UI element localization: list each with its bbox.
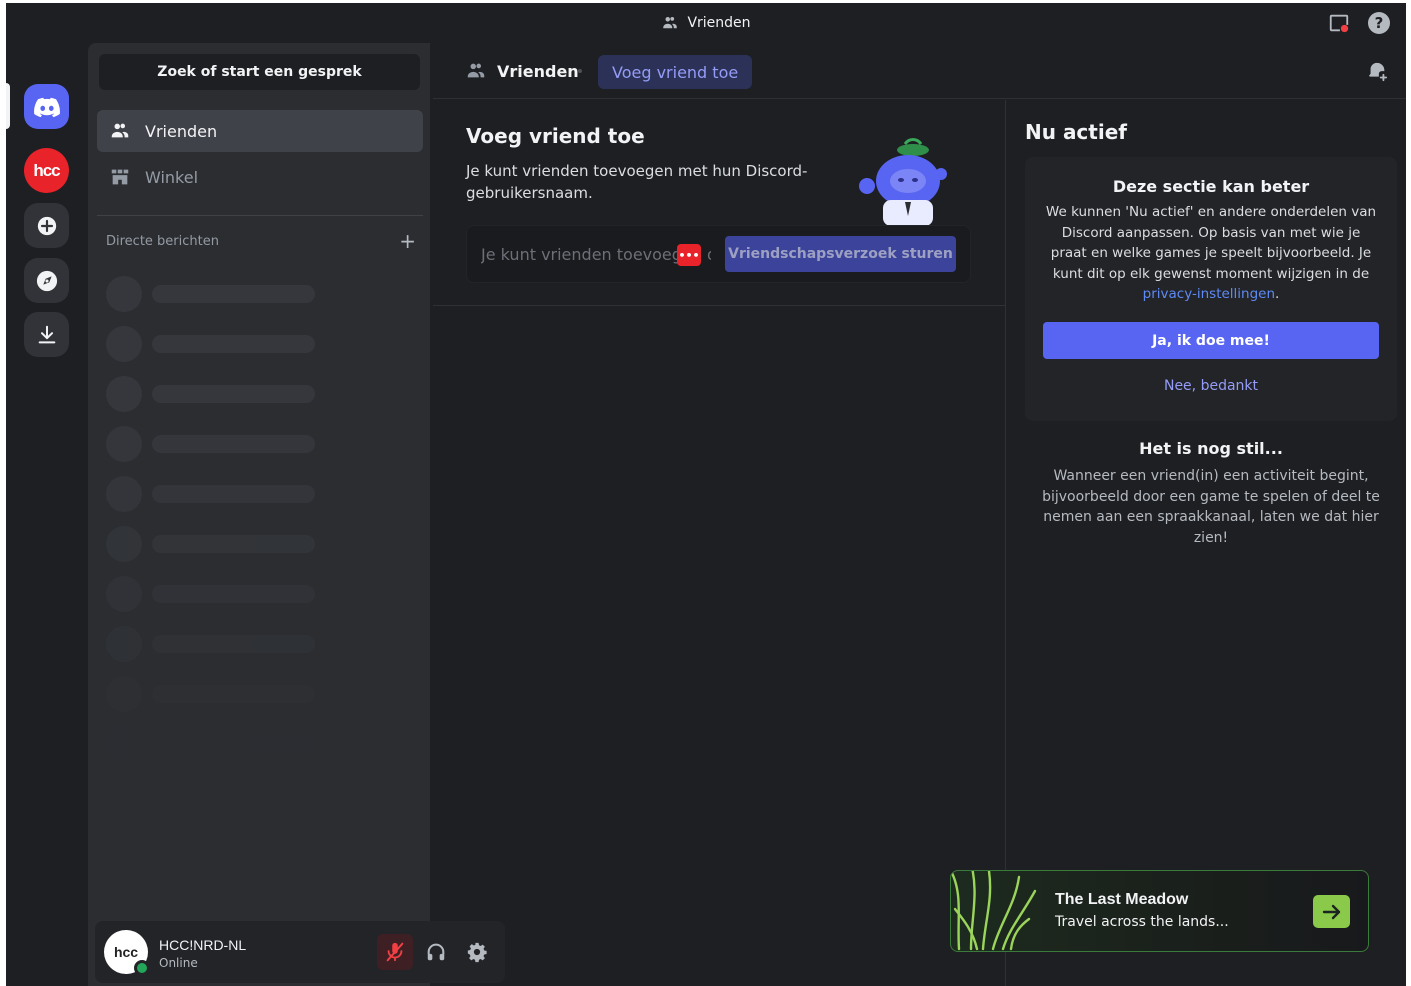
decline-button[interactable]: Nee, bedankt [1043, 371, 1379, 401]
header-title: Vrienden [465, 43, 579, 99]
header-divider-dot [578, 69, 582, 73]
improve-section-card: Deze sectie kan beter We kunnen 'Nu acti… [1025, 157, 1397, 421]
create-dm-button[interactable]: + [399, 231, 416, 251]
server-hcc-label: hcc [33, 160, 60, 180]
dm-placeholder [106, 576, 326, 612]
card-body-text: We kunnen 'Nu actief' en andere onderdel… [1045, 204, 1377, 282]
user-panel: hcc HCC!NRD-NL Online [95, 921, 505, 983]
download-icon [38, 325, 55, 343]
inbox-icon[interactable] [1328, 12, 1350, 34]
explore-button[interactable] [24, 258, 69, 303]
dm-placeholder [106, 726, 326, 762]
card-body: We kunnen 'Nu actief' en andere onderdel… [1043, 202, 1379, 305]
card-body-end: . [1275, 286, 1280, 302]
add-friend-input-box: ••• Vriendschapsverzoek sturen [466, 225, 971, 283]
privacy-settings-link[interactable]: privacy-instellingen [1143, 286, 1275, 302]
plus-icon [37, 216, 56, 235]
mute-button[interactable] [377, 934, 413, 970]
empty-state-body: Wanneer een vriend(in) een activiteit be… [1042, 468, 1380, 546]
sidebar-item-label: Vrienden [145, 121, 218, 141]
divider [97, 215, 423, 216]
new-group-dm-icon[interactable] [1366, 61, 1388, 83]
title-bar: Vrienden ? [6, 3, 1406, 43]
server-rail: hcc [6, 43, 86, 986]
sidebar-item-shop[interactable]: Winkel [97, 156, 423, 198]
send-friend-request-button[interactable]: Vriendschapsverzoek sturen [725, 236, 956, 272]
sidebar-item-friends[interactable]: Vrienden [97, 110, 423, 152]
avatar-label: hcc [113, 944, 139, 960]
discord-window: Vrienden ? hcc Zoek of start een gesprek… [6, 3, 1406, 986]
user-status: Online [159, 956, 198, 970]
mic-muted-icon [386, 942, 404, 962]
discord-logo-icon [33, 97, 60, 117]
dm-header-label: Directe berichten [106, 233, 219, 249]
promo-go-button[interactable] [1313, 895, 1350, 928]
sidebar-item-label: Winkel [145, 167, 199, 187]
now-active-panel: Nu actief Deze sectie kan beter We kunne… [1005, 100, 1406, 986]
wumpus-illustration [859, 138, 947, 226]
friends-icon [467, 63, 485, 78]
main-header: Vrienden Voeg vriend toe [433, 43, 1406, 99]
add-friend-title: Voeg vriend toe [466, 124, 645, 148]
download-apps-button[interactable] [24, 312, 69, 357]
server-hcc[interactable]: hcc [24, 148, 69, 193]
dm-placeholder [106, 526, 326, 562]
add-friend-description: Je kunt vrienden toevoegen met hun Disco… [466, 162, 808, 202]
selected-indicator [6, 83, 10, 129]
add-server-button[interactable] [24, 203, 69, 248]
friends-icon [111, 123, 129, 138]
dm-header: Directe berichten + [106, 231, 416, 251]
dm-placeholder [106, 676, 326, 712]
online-status-icon [134, 960, 150, 976]
arrow-right-icon [1322, 904, 1340, 919]
tab-add-friend[interactable]: Voeg vriend toe [598, 55, 753, 89]
promo-subtitle: Travel across the lands... [1055, 914, 1229, 930]
username[interactable]: HCC!NRD-NL [159, 937, 246, 953]
more-options-icon[interactable]: ••• [677, 244, 701, 266]
header-title-text: Vrienden [497, 61, 579, 81]
dm-placeholder [106, 626, 326, 662]
card-title: Deze sectie kan beter [1112, 177, 1310, 196]
last-meadow-promo[interactable]: The Last Meadow Travel across the lands.… [950, 870, 1369, 952]
deafen-button[interactable] [418, 934, 454, 970]
channel-sidebar: Zoek of start een gesprek Vrienden Winke… [88, 43, 505, 986]
dm-placeholder [106, 376, 326, 412]
help-icon[interactable]: ? [1368, 12, 1390, 34]
now-active-title: Nu actief [1025, 120, 1127, 144]
promo-title: The Last Meadow [1055, 891, 1189, 908]
opt-in-button[interactable]: Ja, ik doe mee! [1043, 322, 1379, 359]
settings-button[interactable] [459, 934, 495, 970]
shop-icon [111, 169, 129, 185]
home-button[interactable] [24, 84, 69, 129]
gear-icon [467, 942, 487, 963]
compass-icon [36, 270, 57, 291]
friends-icon [663, 17, 678, 29]
search-conversation-button[interactable]: Zoek of start een gesprek [99, 54, 420, 90]
dm-placeholder [106, 476, 326, 512]
dm-placeholder [106, 326, 326, 362]
add-friend-section: Voeg vriend toe Je kunt vrienden toevoeg… [433, 100, 1005, 306]
window-title: Vrienden [6, 3, 1406, 43]
dm-placeholder [106, 426, 326, 462]
grass-illustration [951, 871, 1037, 951]
dm-placeholder [106, 276, 326, 312]
window-title-text: Vrienden [687, 15, 751, 31]
headphones-icon [427, 943, 445, 961]
empty-state-title: Het is nog stil... [1139, 439, 1283, 458]
